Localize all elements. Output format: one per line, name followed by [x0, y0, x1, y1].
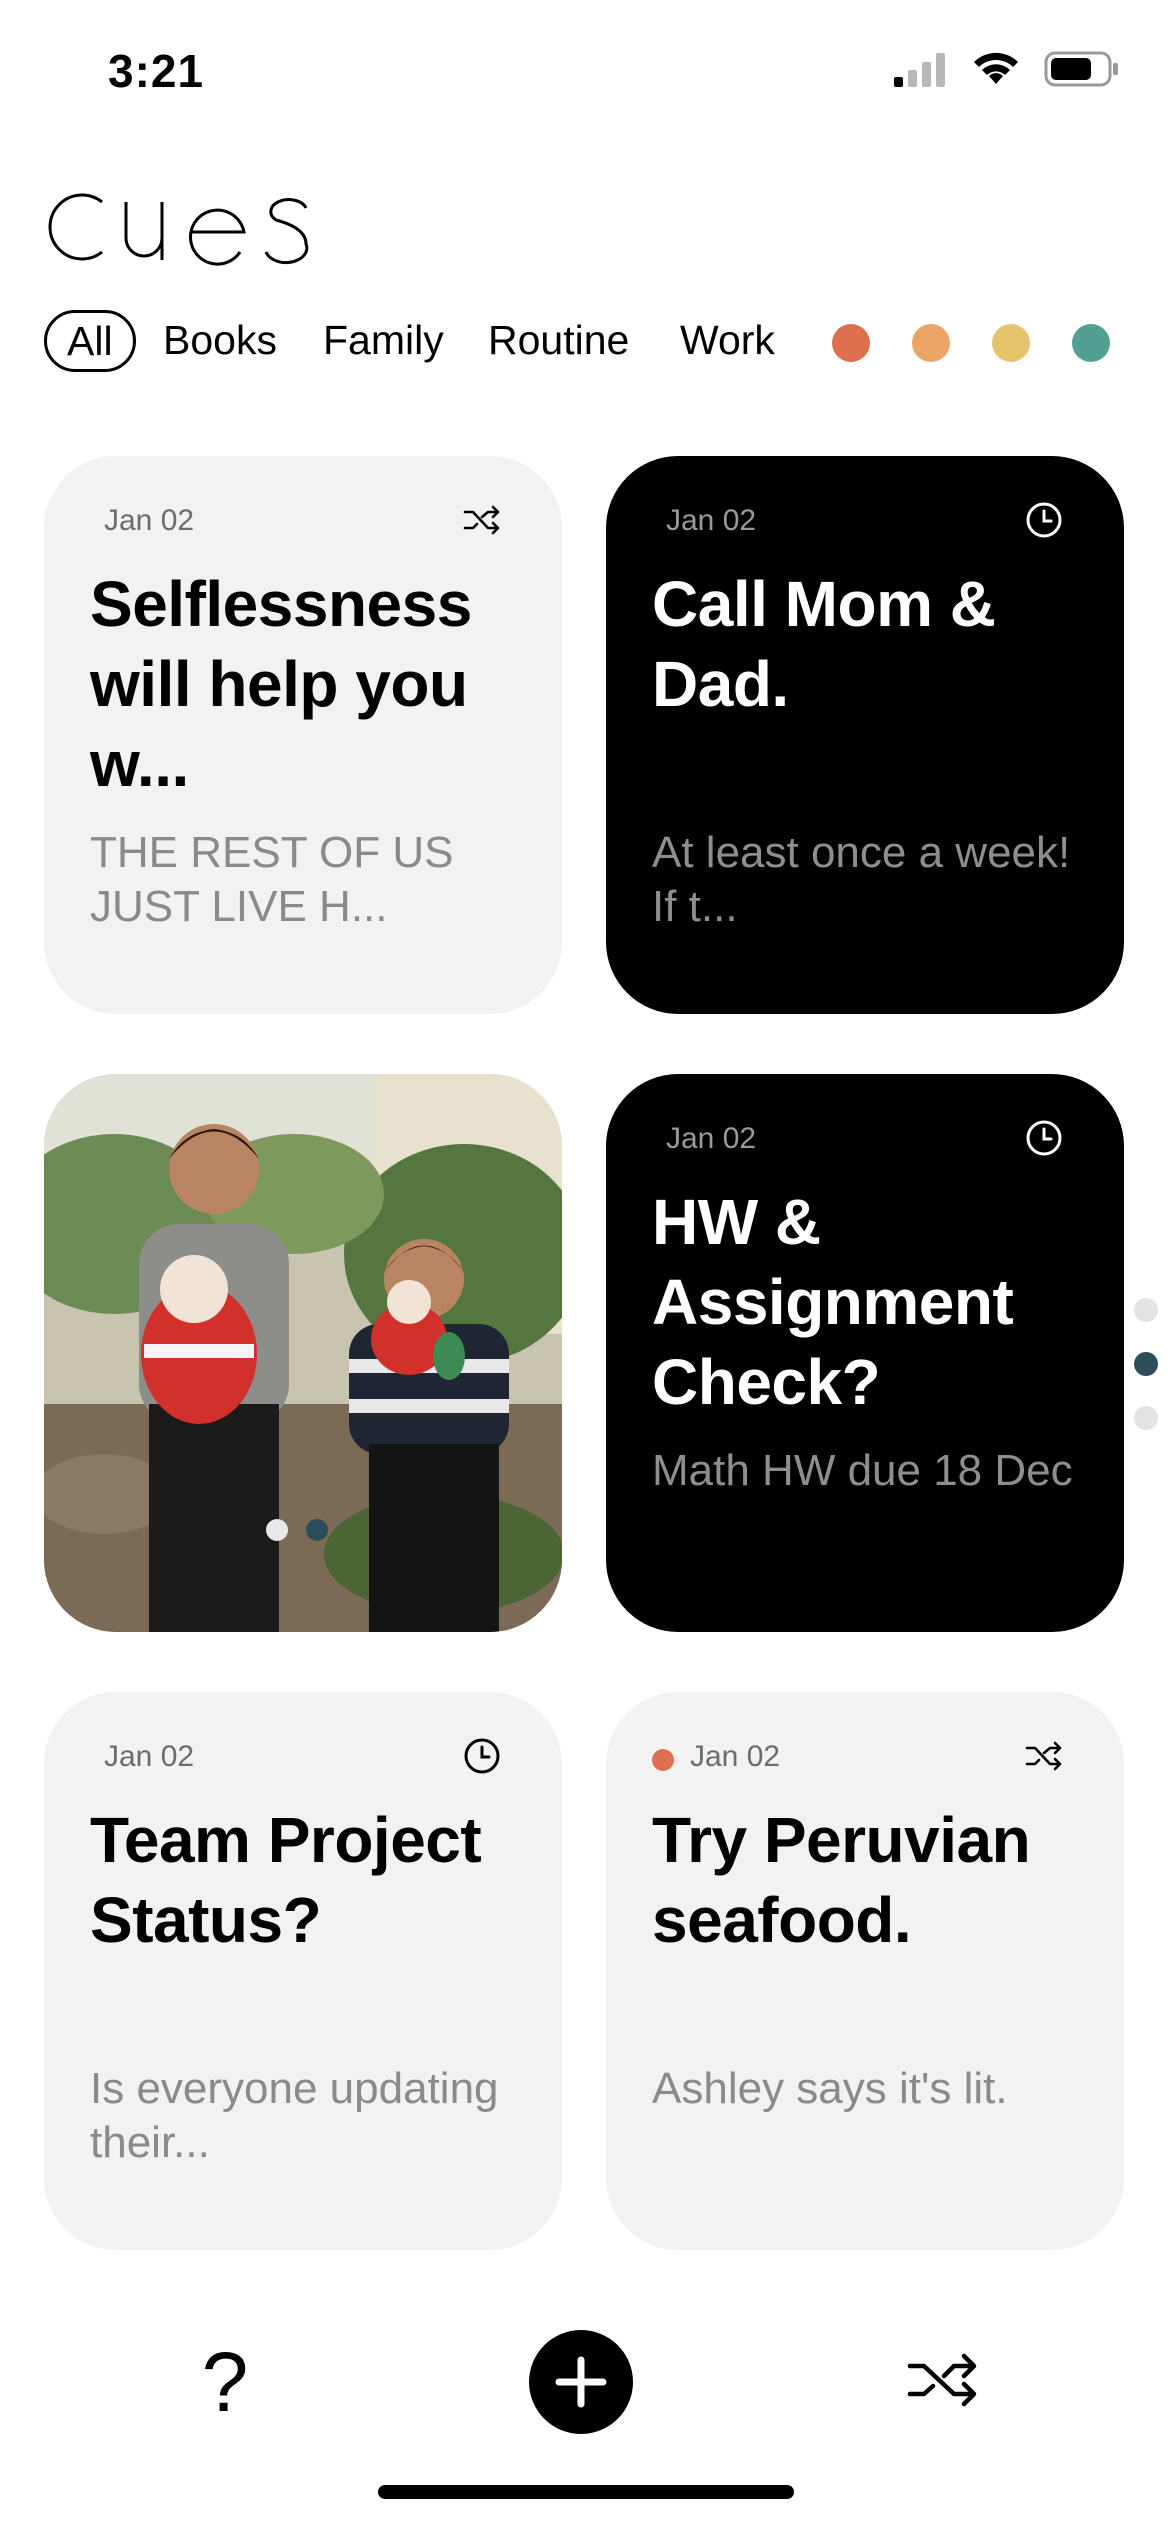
- card-body: At least once a week! If t...: [652, 828, 1071, 931]
- cellular-signal-icon: [894, 53, 945, 87]
- card-body: Ashley says it's lit.: [652, 2064, 1008, 2113]
- cues-logo: [48, 193, 309, 266]
- cue-card[interactable]: Jan 02 Team Project Status? Is everyone …: [44, 1692, 562, 2250]
- cue-card[interactable]: Jan 02 Call Mom & Dad. At least once a w…: [606, 456, 1124, 1014]
- page-indicator: [1134, 1298, 1158, 1430]
- card-date: Jan 02: [666, 504, 757, 537]
- filter-all[interactable]: All: [44, 310, 136, 372]
- photo-page-dots: [266, 1519, 328, 1541]
- card-title: Selflessness will help you w...: [90, 568, 472, 800]
- clock-icon[interactable]: [1024, 1118, 1064, 1158]
- page-dot[interactable]: [1134, 1298, 1158, 1322]
- status-icons: [894, 50, 1120, 88]
- cue-card[interactable]: Jan 02 HW & Assignment Check? Math HW du…: [606, 1074, 1124, 1632]
- card-title: Team Project Status?: [90, 1804, 482, 1956]
- filter-books[interactable]: Books: [163, 310, 277, 370]
- card-title: Call Mom & Dad.: [652, 568, 996, 720]
- bottom-toolbar: ?: [0, 2320, 1170, 2450]
- cue-card[interactable]: Jan 02 Try Peruvian seafood. Ashley says…: [606, 1692, 1124, 2250]
- shuffle-icon[interactable]: [462, 500, 502, 540]
- card-date: Jan 02: [690, 1740, 781, 1773]
- photo-dot-active[interactable]: [306, 1519, 328, 1541]
- color-filter-teal[interactable]: [1072, 324, 1110, 362]
- photo-card[interactable]: [44, 1074, 562, 1632]
- color-filter-red[interactable]: [832, 324, 870, 362]
- card-date: Jan 02: [104, 504, 195, 537]
- photo-image: [44, 1074, 562, 1632]
- card-title: Try Peruvian seafood.: [652, 1804, 1031, 1956]
- help-button[interactable]: ?: [190, 2334, 260, 2430]
- wifi-icon: [974, 52, 1018, 84]
- status-time: 3:21: [108, 45, 205, 97]
- category-filters: All Books Family Routine Work: [44, 310, 1129, 374]
- app-logo: [44, 180, 314, 275]
- photo-dot[interactable]: [266, 1519, 288, 1541]
- card-date: Jan 02: [666, 1122, 757, 1155]
- page-dot-active[interactable]: [1134, 1352, 1158, 1376]
- cue-card[interactable]: Jan 02 Selflessness will help you w... T…: [44, 456, 562, 1014]
- filter-family[interactable]: Family: [323, 310, 444, 370]
- color-filter-yellow[interactable]: [992, 324, 1030, 362]
- add-cue-button[interactable]: [529, 2330, 633, 2434]
- home-indicator: [378, 2485, 794, 2499]
- shuffle-icon[interactable]: [1024, 1736, 1064, 1776]
- clock-icon[interactable]: [1024, 500, 1064, 540]
- card-body: Math HW due 18 Dec: [652, 1446, 1073, 1495]
- color-filter-orange[interactable]: [912, 324, 950, 362]
- filter-work[interactable]: Work: [680, 310, 775, 370]
- card-date: Jan 02: [104, 1740, 195, 1773]
- battery-icon: [1044, 51, 1118, 87]
- color-tag-dot: [652, 1749, 674, 1771]
- card-body: Is everyone updating their...: [90, 2064, 499, 2167]
- filter-routine[interactable]: Routine: [488, 310, 629, 370]
- status-bar: 3:21: [0, 0, 1170, 150]
- clock-icon[interactable]: [462, 1736, 502, 1776]
- card-body: THE REST OF US JUST LIVE H...: [90, 828, 454, 931]
- plus-icon: [555, 2356, 607, 2408]
- page-dot[interactable]: [1134, 1406, 1158, 1430]
- shuffle-icon[interactable]: [906, 2348, 982, 2412]
- card-title: HW & Assignment Check?: [652, 1186, 1014, 1418]
